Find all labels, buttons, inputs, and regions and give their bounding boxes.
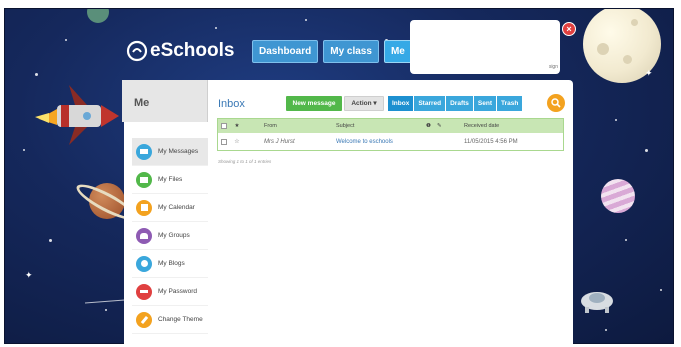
- sidebar-item-label: My Password: [158, 288, 198, 295]
- mailbox-tabs: Inbox Starred Drafts Sent Trash: [388, 96, 523, 111]
- sidebar-item-change-theme[interactable]: Change Theme: [132, 306, 208, 334]
- brush-icon: [136, 311, 152, 328]
- select-all-checkbox[interactable]: [221, 123, 227, 129]
- eschools-logo[interactable]: eSchools: [126, 40, 234, 62]
- blog-icon: [136, 255, 152, 272]
- folder-icon: [136, 171, 152, 188]
- table-header: ★ From Subject ❶ ✎ Received date: [218, 119, 563, 133]
- sidebar-item-label: My Blogs: [158, 260, 185, 267]
- star-icon[interactable]: ☆: [230, 138, 244, 145]
- sidebar-item-my-blogs[interactable]: My Blogs: [132, 250, 208, 278]
- attachment-header-icon: ✎: [436, 123, 442, 129]
- rocket-icon: [35, 85, 119, 145]
- nav-me-button[interactable]: Me: [383, 40, 412, 63]
- nav-my-class-button[interactable]: My class: [323, 40, 379, 63]
- key-icon: [136, 283, 152, 300]
- nav-dashboard-button[interactable]: Dashboard: [252, 40, 319, 63]
- tab-drafts[interactable]: Drafts: [446, 96, 473, 111]
- me-title: Me: [134, 97, 150, 109]
- action-dropdown[interactable]: Action ▾: [344, 96, 384, 111]
- search-button[interactable]: [547, 94, 565, 112]
- message-date: 11/05/2015 4:56 PM: [464, 138, 518, 145]
- table-info: Showing 1 to 1 of 1 entries: [218, 159, 272, 164]
- sidebar-item-label: My Groups: [158, 232, 190, 239]
- sidebar-item-label: My Messages: [158, 148, 199, 155]
- close-popup-button[interactable]: ×: [562, 22, 576, 36]
- sidebar-item-label: My Files: [158, 176, 183, 183]
- top-navigation: Dashboard My class Me: [252, 40, 412, 63]
- calendar-icon: [136, 199, 152, 216]
- me-panel: Me My Messages My Files My Calendar My G…: [122, 80, 573, 347]
- from-header: From: [264, 123, 277, 129]
- user-popup: sign: [410, 20, 560, 74]
- new-message-button[interactable]: New message: [286, 96, 342, 111]
- table-row[interactable]: ☆ Mrs J Hurst Welcome to eschools 11/05/…: [218, 133, 563, 150]
- sidebar: My Messages My Files My Calendar My Grou…: [132, 138, 208, 334]
- tab-starred[interactable]: Starred: [414, 96, 446, 111]
- messages-table: ★ From Subject ❶ ✎ Received date ☆ Mrs J…: [217, 118, 564, 151]
- me-header: Me: [122, 80, 208, 122]
- received-date-header: Received date: [464, 123, 500, 129]
- sidebar-item-my-password[interactable]: My Password: [132, 278, 208, 306]
- popup-sign-text: sign: [548, 64, 558, 70]
- inbox-title: Inbox: [218, 98, 245, 110]
- eschools-logo-icon: [126, 40, 148, 62]
- search-icon: [551, 98, 561, 108]
- group-icon: [136, 227, 152, 244]
- row-checkbox[interactable]: [221, 138, 227, 145]
- message-subject-link[interactable]: Welcome to eschools: [336, 139, 426, 145]
- striped-planet-decoration: [601, 179, 635, 213]
- sidebar-item-my-calendar[interactable]: My Calendar: [132, 194, 208, 222]
- tab-trash[interactable]: Trash: [497, 96, 523, 111]
- sidebar-item-my-files[interactable]: My Files: [132, 166, 208, 194]
- brand-name: eSchools: [150, 40, 235, 61]
- subject-header: Subject: [336, 123, 355, 129]
- envelope-icon: [136, 143, 152, 160]
- tab-sent[interactable]: Sent: [473, 96, 496, 111]
- sidebar-item-my-groups[interactable]: My Groups: [132, 222, 208, 250]
- satellite-icon: [581, 292, 613, 313]
- info-header-icon: ❶: [426, 123, 431, 129]
- star-header-icon: ★: [234, 123, 240, 129]
- sidebar-item-label: My Calendar: [158, 204, 195, 211]
- tab-inbox[interactable]: Inbox: [388, 96, 414, 111]
- sidebar-item-my-messages[interactable]: My Messages: [132, 138, 208, 166]
- message-from: Mrs J Hurst: [264, 138, 295, 145]
- planet-decoration: [87, 9, 109, 23]
- sidebar-item-label: Change Theme: [158, 316, 203, 323]
